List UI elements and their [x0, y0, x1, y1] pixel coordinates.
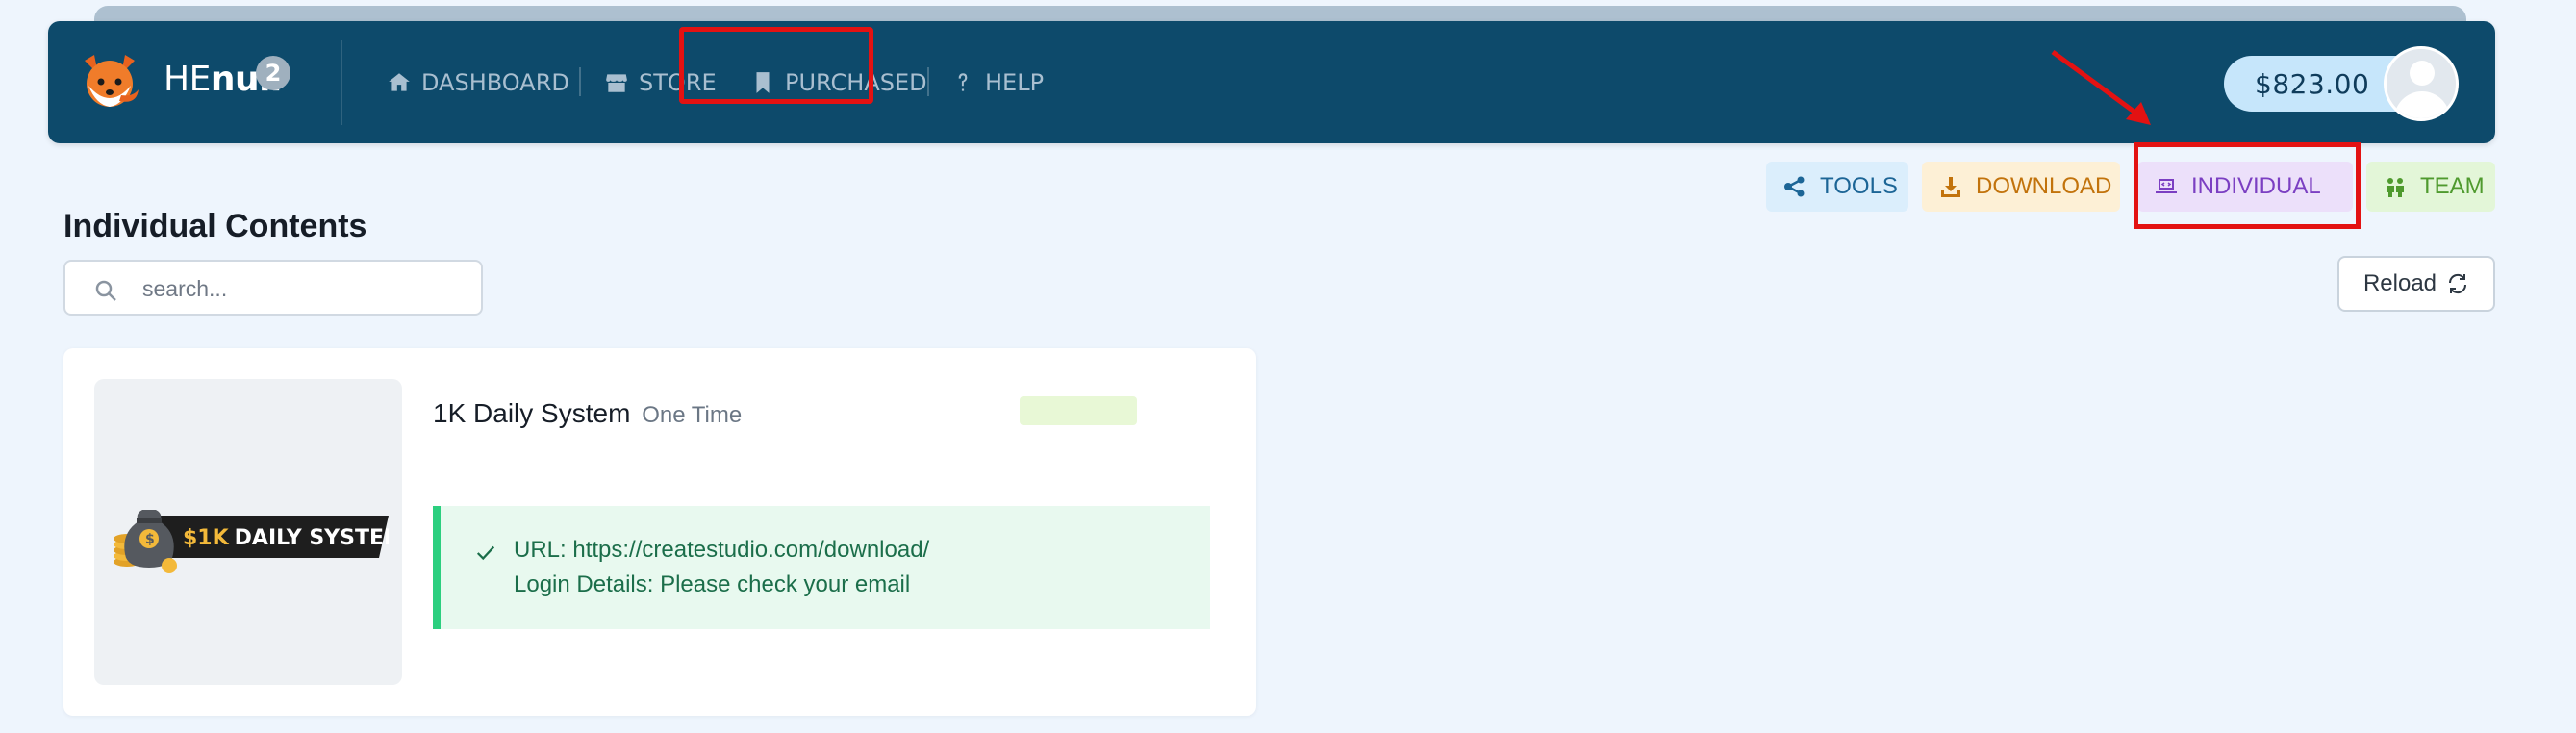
tab-download[interactable]: DOWNLOAD: [1922, 162, 2120, 212]
reload-button[interactable]: Reload: [2337, 256, 2495, 312]
product-thumbnail[interactable]: $ $1K DAILY SYSTEM: [94, 379, 402, 685]
store-icon: [606, 74, 627, 92]
nav-help-label: HELP: [985, 69, 1045, 96]
tab-tools-label: TOOLS: [1820, 173, 1898, 199]
product-title-text: 1K Daily System: [433, 398, 631, 428]
user-avatar-icon[interactable]: [2384, 46, 2459, 121]
status-badge: [1020, 396, 1137, 425]
tab-download-label: DOWNLOAD: [1976, 173, 2112, 199]
purchased-highlight-box: [679, 27, 873, 104]
refresh-icon: [2449, 273, 2467, 294]
banner-main-text: DAILY SYSTEM: [235, 526, 389, 550]
login-details-text: Login Details: Please check your email: [514, 571, 911, 597]
search-box[interactable]: [63, 260, 483, 316]
fox-logo-icon[interactable]: [75, 47, 144, 116]
download-icon: [1941, 177, 1960, 197]
check-icon: [476, 545, 495, 561]
page-title: Individual Contents: [63, 208, 367, 244]
nav-help[interactable]: HELP: [950, 67, 1044, 98]
question-icon: [958, 73, 968, 91]
nav-separator: [579, 67, 581, 96]
svg-text:$: $: [145, 532, 155, 547]
svg-text:$1KDAILY SYSTEM: $1K DAILY SYSTEM: [183, 526, 389, 550]
nav-separator: [927, 67, 929, 96]
home-icon: [389, 73, 410, 91]
money-bag-banner-image: $ $1K DAILY SYSTEM: [114, 510, 389, 573]
product-card: $ $1K DAILY SYSTEM 1K Daily System One Ti…: [63, 348, 1256, 716]
download-url-text[interactable]: URL: https://createstudio.com/download/: [514, 537, 929, 564]
nav-divider: [341, 40, 342, 125]
reload-label: Reload: [2362, 270, 2437, 296]
avatar-body: [2394, 91, 2450, 118]
nav-dashboard-label: DASHBOARD: [421, 69, 569, 96]
product-title[interactable]: 1K Daily System One Time: [433, 398, 742, 429]
brand-version-badge: 2: [256, 56, 290, 90]
tab-team[interactable]: TEAM: [2366, 162, 2495, 212]
banner-accent-text: $1K: [183, 526, 230, 550]
avatar-head: [2410, 61, 2435, 86]
tab-team-label: TEAM: [2420, 173, 2485, 199]
search-input[interactable]: [142, 271, 460, 306]
share-nodes-icon: [1784, 176, 1805, 197]
individual-highlight-box: [2134, 142, 2361, 229]
product-type: One Time: [642, 402, 743, 428]
annotation-arrow-icon: [2051, 49, 2151, 125]
nav-dashboard[interactable]: DASHBOARD: [387, 67, 569, 98]
access-info-box: URL: https://createstudio.com/download/ …: [433, 506, 1210, 629]
team-icon: [2387, 178, 2404, 197]
search-icon: [95, 280, 116, 301]
tab-tools[interactable]: TOOLS: [1766, 162, 1908, 212]
